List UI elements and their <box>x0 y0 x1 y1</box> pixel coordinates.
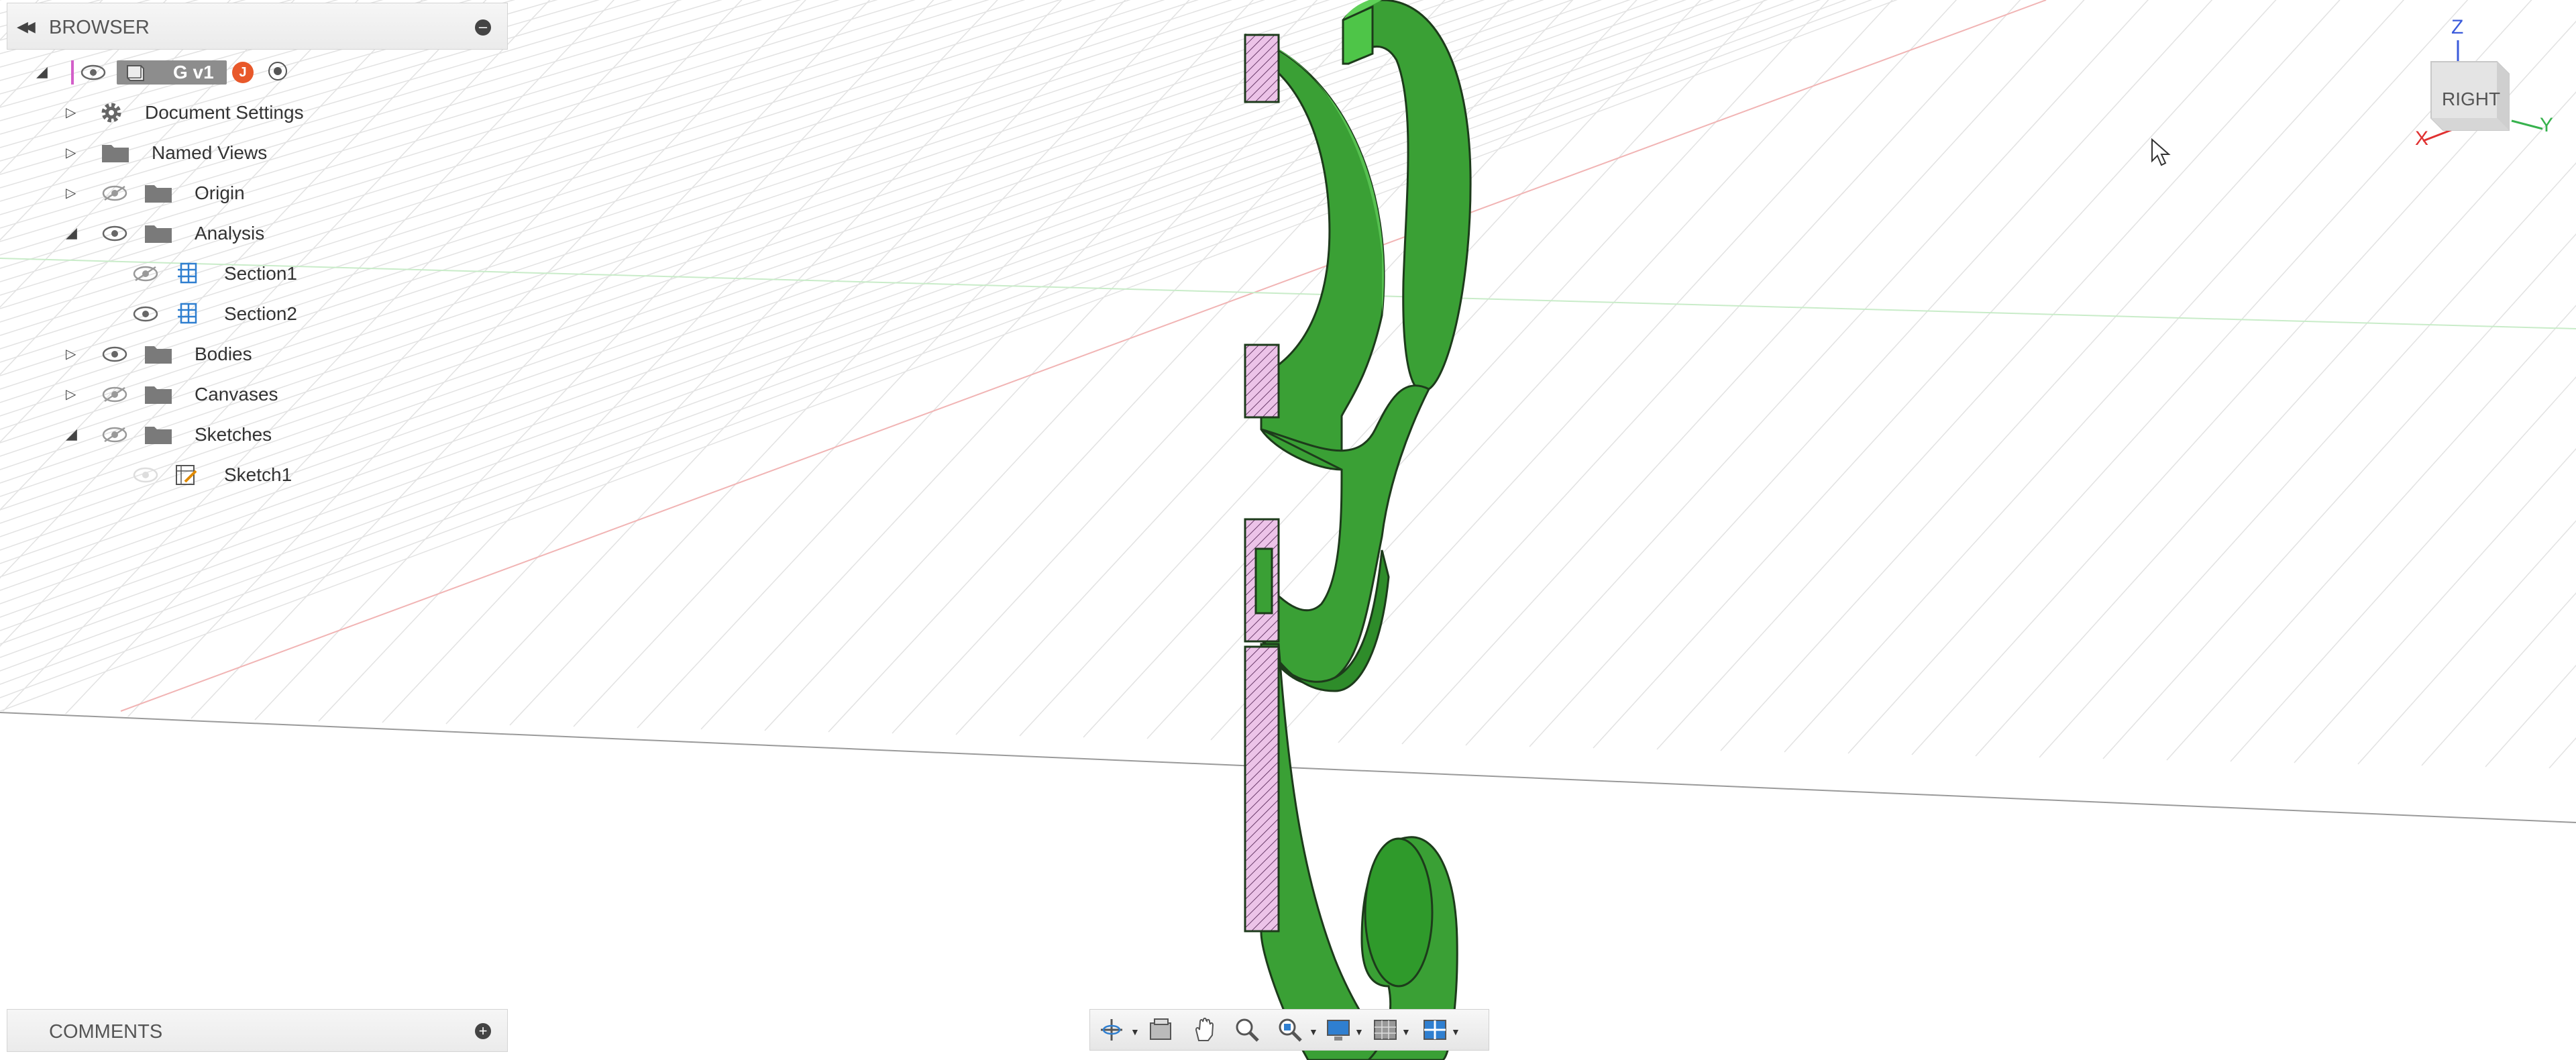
model-viewport[interactable] <box>0 0 2576 1060</box>
sketch1-label[interactable]: Sketch1 <box>224 464 292 486</box>
minimize-browser-button[interactable]: – <box>475 19 491 36</box>
grid-settings-icon[interactable] <box>1372 1016 1399 1043</box>
green-axis-line <box>0 258 2576 329</box>
folder-icon <box>145 225 172 243</box>
visibility-eye-icon[interactable] <box>102 225 127 242</box>
navigation-toolbar: ▼ ▼ ▼ ▼ ▼ <box>1089 1009 1489 1051</box>
orbit-icon[interactable] <box>1098 1016 1125 1043</box>
zoom-icon[interactable] <box>1234 1016 1260 1043</box>
red-axis-line <box>120 0 2047 712</box>
analysis-collapse-triangle[interactable]: ◢ <box>66 224 77 242</box>
bodies-expand-triangle[interactable]: ▷ <box>66 346 76 362</box>
document-settings-expand-triangle[interactable]: ▷ <box>66 104 76 121</box>
axis-z-label: Z <box>2451 16 2464 38</box>
root-collapse-triangle[interactable]: ◢ <box>36 63 48 81</box>
view-cube-face-label[interactable]: RIGHT <box>2442 89 2500 110</box>
display-dropdown-arrow[interactable]: ▼ <box>1354 1026 1364 1037</box>
orbit-dropdown-arrow[interactable]: ▼ <box>1130 1026 1140 1037</box>
zoom-dropdown-arrow[interactable]: ▼ <box>1309 1026 1318 1037</box>
view-cube[interactable]: RIGHT Z X Y <box>2408 16 2556 161</box>
add-comment-button[interactable]: + <box>475 1023 491 1039</box>
root-component-pill[interactable]: G v1 <box>117 60 227 85</box>
viewports-dropdown-arrow[interactable]: ▼ <box>1451 1026 1460 1037</box>
canvases-expand-triangle[interactable]: ▷ <box>66 386 76 403</box>
comments-panel-header[interactable]: COMMENTS + <box>7 1009 508 1052</box>
gear-icon <box>101 103 121 123</box>
avatar-letter: J <box>239 65 247 80</box>
browser-title: BROWSER <box>49 17 150 38</box>
hidden-eye-icon[interactable] <box>102 427 127 443</box>
display-settings-icon[interactable] <box>1325 1016 1352 1043</box>
hidden-eye-icon[interactable] <box>102 386 127 403</box>
sketches-label[interactable]: Sketches <box>195 424 272 445</box>
folder-icon <box>102 145 129 162</box>
fit-icon[interactable] <box>1277 1016 1303 1043</box>
section2-label[interactable]: Section2 <box>224 303 297 325</box>
sketch-icon <box>176 465 197 485</box>
grid-dropdown-arrow[interactable]: ▼ <box>1401 1026 1411 1037</box>
look-at-icon[interactable] <box>1148 1016 1175 1043</box>
viewports-icon[interactable] <box>1421 1016 1448 1043</box>
visibility-eye-icon[interactable] <box>102 346 127 362</box>
axis-y-label: Y <box>2540 114 2554 136</box>
root-visibility-eye-icon[interactable] <box>80 64 106 81</box>
canvases-label[interactable]: Canvases <box>195 384 278 405</box>
collapse-panel-icon[interactable]: ◀◀ <box>17 18 36 36</box>
document-settings-label[interactable]: Document Settings <box>145 102 304 123</box>
hidden-eye-icon[interactable] <box>102 185 127 201</box>
folder-icon <box>145 427 172 444</box>
comments-title: COMMENTS <box>49 1021 163 1043</box>
component-cube-icon <box>127 65 144 81</box>
origin-label[interactable]: Origin <box>195 182 245 204</box>
folder-icon <box>145 346 172 364</box>
mouse-cursor <box>2151 138 2171 166</box>
folder-icon <box>145 386 172 404</box>
browser-panel-header: ◀◀ BROWSER – <box>7 3 508 50</box>
section-analysis-icon <box>178 303 197 324</box>
named-views-expand-triangle[interactable]: ▷ <box>66 144 76 161</box>
hidden-eye-icon[interactable] <box>133 266 158 282</box>
section1-label[interactable]: Section1 <box>224 263 297 284</box>
analysis-label[interactable]: Analysis <box>195 223 264 244</box>
folder-icon <box>145 185 172 203</box>
sketches-collapse-triangle[interactable]: ◢ <box>66 425 77 443</box>
section-analysis-icon <box>178 262 197 284</box>
faded-eye-icon[interactable] <box>133 467 158 483</box>
bodies-label[interactable]: Bodies <box>195 343 252 365</box>
origin-expand-triangle[interactable]: ▷ <box>66 184 76 201</box>
activate-radio-icon[interactable] <box>268 62 287 81</box>
root-component-label[interactable]: G v1 <box>173 62 214 83</box>
active-marker <box>71 60 74 85</box>
pan-icon[interactable] <box>1191 1016 1218 1043</box>
user-avatar: J <box>232 62 254 83</box>
visibility-eye-icon[interactable] <box>133 306 158 322</box>
axis-x-label: X <box>2415 127 2429 150</box>
named-views-label[interactable]: Named Views <box>152 142 267 164</box>
model-body[interactable] <box>1245 0 1472 1060</box>
